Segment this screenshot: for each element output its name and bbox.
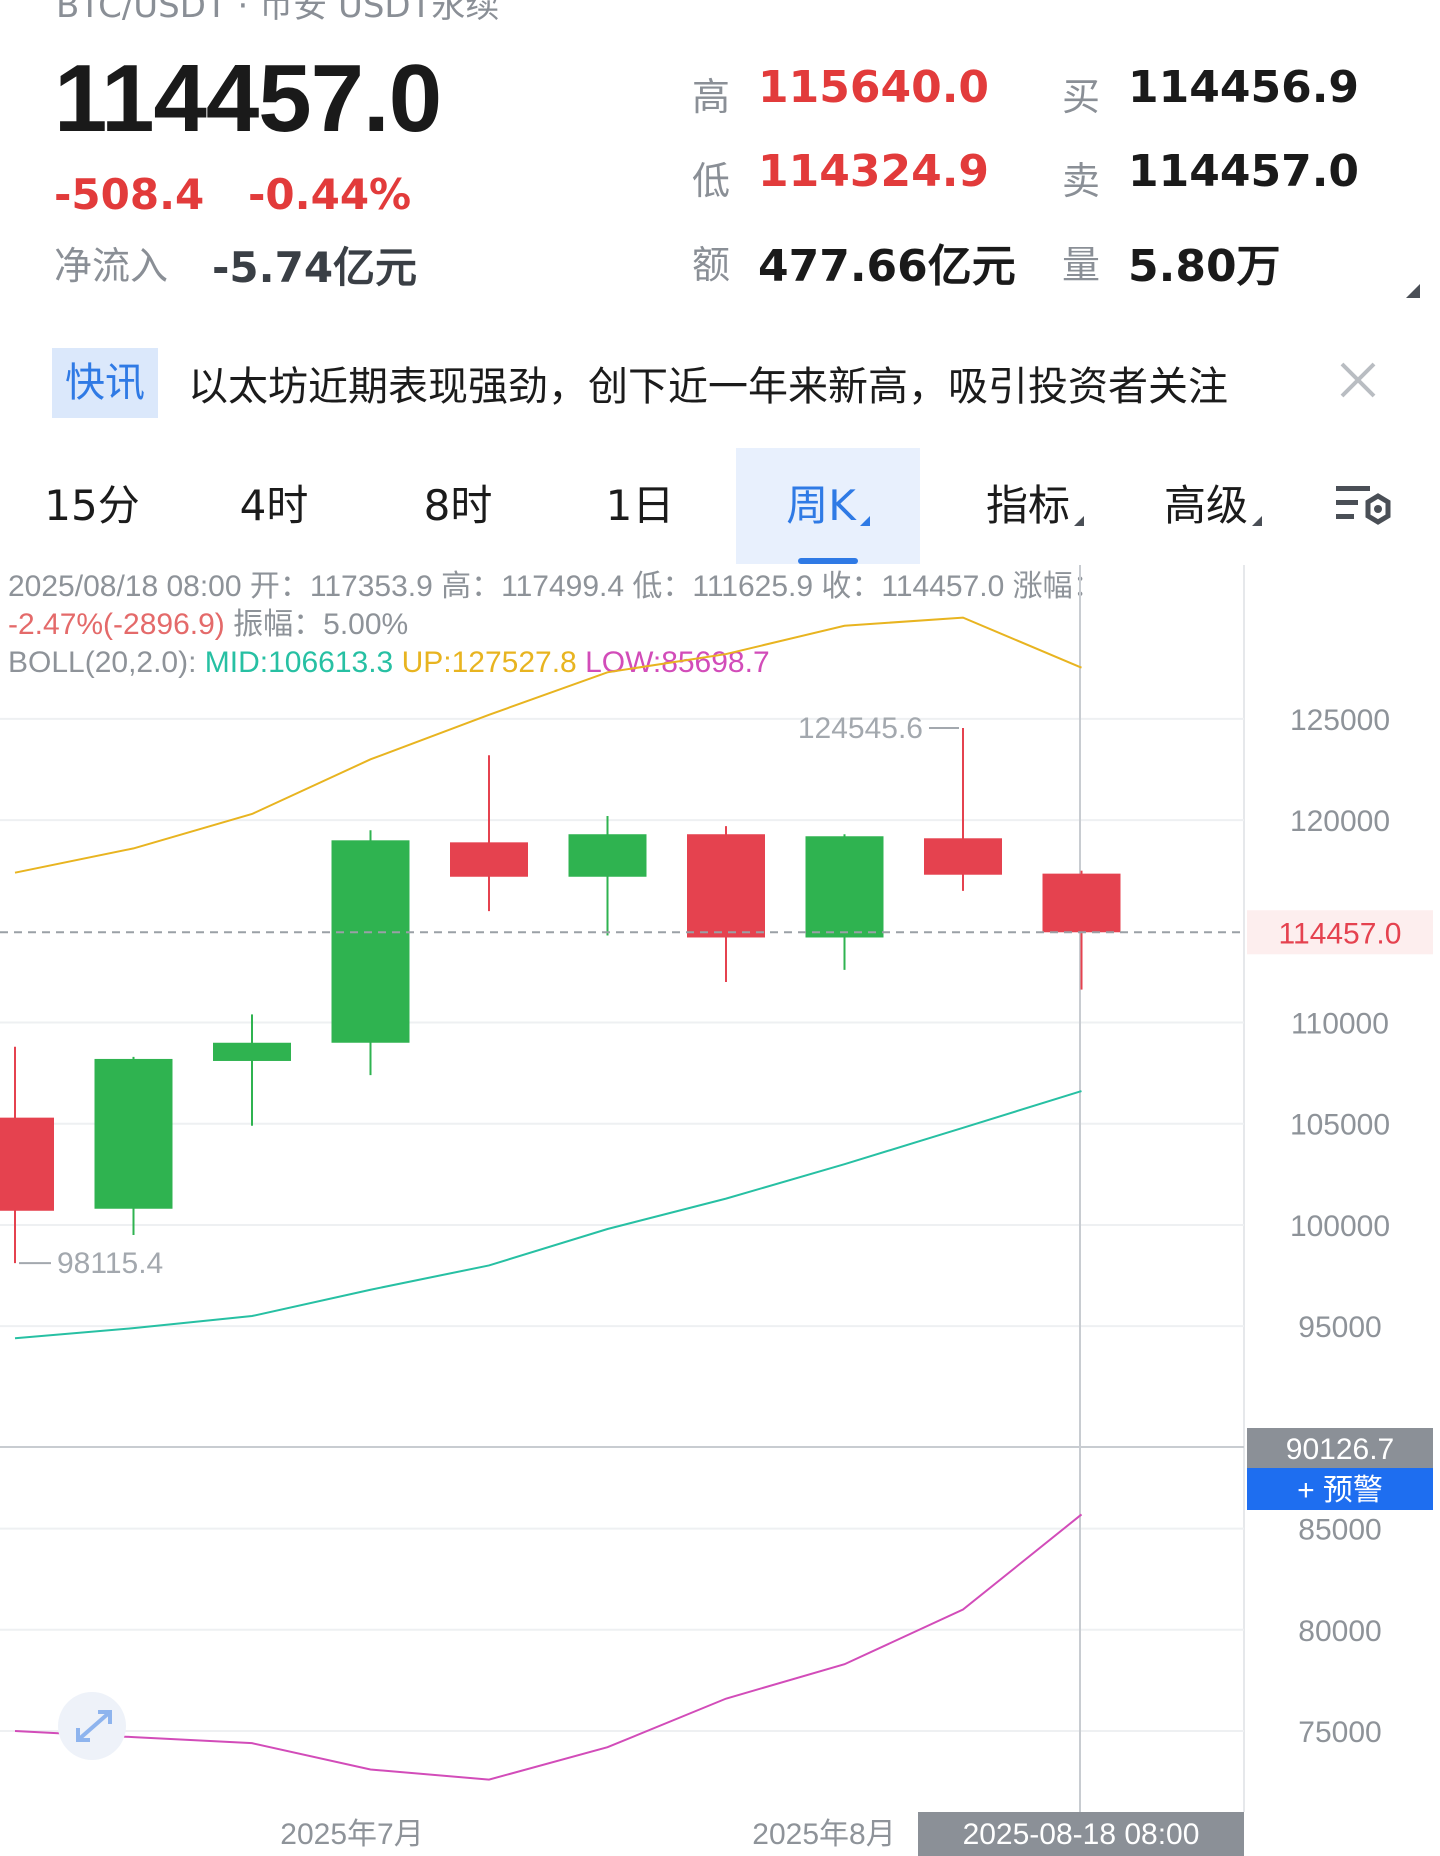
candle-body [450, 842, 528, 877]
net-inflow-value: -5.74亿元 [212, 243, 418, 292]
tab-advanced[interactable]: 高级 [1146, 448, 1280, 564]
expand-chart-icon[interactable] [58, 1692, 126, 1760]
current-price-label: 114457.0 [1279, 917, 1402, 950]
candle-body [331, 840, 410, 1043]
boll-low-line [14, 1513, 1083, 1781]
volume-value: 5.80万 [1128, 241, 1281, 292]
high-value: 115640.0 [758, 62, 990, 113]
caret-icon [1074, 516, 1084, 526]
bid-label: 买 [1062, 75, 1101, 119]
tab-label: 指标 [985, 481, 1070, 530]
chart-settings-icon[interactable] [1334, 482, 1396, 532]
volume-label: 量 [1062, 243, 1101, 287]
candle-up [94, 1056, 173, 1236]
candle-down [687, 826, 765, 983]
x-label-august: 2025年8月 [752, 1818, 895, 1851]
crosshair-time-tag: 2025-08-18 08:00 [918, 1812, 1244, 1856]
candle-up [805, 834, 884, 970]
tab-weekly[interactable]: 周K [736, 448, 920, 564]
tab-1d[interactable]: 1日 [578, 448, 702, 564]
bid-value: 114456.9 [1128, 62, 1360, 113]
tab-label: 高级 [1163, 481, 1248, 530]
boll-lines [14, 616, 1083, 1781]
tab-label: 8时 [423, 481, 493, 530]
candles [0, 728, 1121, 1264]
alert-button[interactable]: + 预警 [1247, 1468, 1433, 1510]
y-tick-label: 75000 [1298, 1716, 1381, 1749]
price-change-pct: -0.44% [248, 170, 412, 219]
alert-label: + 预警 [1297, 1474, 1383, 1507]
price-change: -508.4 [54, 170, 205, 219]
y-tick-label: 100000 [1290, 1210, 1390, 1243]
candle-up [213, 1014, 291, 1126]
tab-indicators[interactable]: 指标 [960, 448, 1110, 564]
symbol-title: BTC/USDT · 币安 USDT永续 [56, 0, 500, 26]
boll-mid-line [14, 1090, 1082, 1340]
tab-4h[interactable]: 4时 [212, 448, 336, 564]
expand-stats-icon[interactable] [1406, 284, 1420, 298]
y-tick-label: 120000 [1290, 805, 1390, 838]
tab-label: 15分 [44, 481, 140, 530]
high-label: 高 [692, 75, 731, 119]
low-value: 114324.9 [758, 146, 990, 197]
y-tick-label: 105000 [1290, 1109, 1390, 1142]
amount-label: 额 [692, 243, 731, 287]
tab-label: 周K [786, 481, 856, 530]
candle-body [94, 1058, 173, 1209]
candle-body [805, 836, 884, 938]
ask-value: 114457.0 [1128, 146, 1360, 197]
candle-up [568, 816, 647, 936]
period-tabs: 15分 4时 8时 1日 周K 指标 高级 [0, 448, 1440, 564]
boll-up-line [14, 616, 1082, 874]
candle-body [568, 834, 647, 877]
close-icon[interactable] [1336, 358, 1380, 402]
y-tick-label: 85000 [1298, 1514, 1381, 1547]
price-axis: 125000 120000 110000 105000 100000 95000 85000… [1290, 704, 1390, 1749]
kline-chart[interactable]: 125000 120000 110000 105000 100000 95000 85000… [0, 565, 1440, 1856]
min-price-label: 98115.4 [57, 1247, 163, 1280]
y-tick-label: 110000 [1291, 1008, 1389, 1041]
candle-body [213, 1042, 291, 1061]
candle-down [924, 728, 1002, 891]
tab-15min[interactable]: 15分 [30, 448, 154, 564]
news-headline[interactable]: 以太坊近期表现强劲，创下近一年来新高，吸引投资者关注 [188, 354, 1228, 412]
crosshair-price-tag: 90126.7 [1247, 1428, 1433, 1468]
y-tick-label: 80000 [1298, 1615, 1381, 1648]
candle-body [687, 834, 765, 938]
candle-body [1042, 873, 1121, 933]
current-price-tag: 114457.0 [1247, 910, 1433, 955]
low-label: 低 [692, 159, 731, 203]
ask-label: 卖 [1062, 159, 1101, 203]
last-price: 114457.0 [54, 45, 442, 152]
tab-label: 1日 [605, 481, 675, 530]
max-price-label: 124545.6 [798, 712, 923, 745]
caret-icon [1252, 516, 1262, 526]
news-tag: 快讯 [52, 348, 158, 418]
caret-icon [859, 516, 870, 526]
candle-down [1042, 870, 1121, 990]
active-tab-indicator [798, 558, 858, 564]
x-label-july: 2025年7月 [280, 1818, 423, 1851]
net-inflow-label: 净流入 [54, 244, 169, 288]
crosshair-price: 90126.7 [1286, 1433, 1394, 1466]
crosshair-time: 2025-08-18 08:00 [963, 1818, 1200, 1851]
y-tick-label: 125000 [1290, 704, 1390, 737]
tab-8h[interactable]: 8时 [396, 448, 520, 564]
tab-label: 4时 [239, 481, 309, 530]
candle-down [0, 1046, 54, 1264]
candle-up [331, 830, 410, 1076]
candle-body [0, 1117, 54, 1211]
y-tick-label: 95000 [1298, 1311, 1381, 1344]
candle-body [924, 838, 1002, 875]
candle-down [450, 755, 528, 912]
amount-value: 477.66亿元 [758, 241, 1016, 292]
